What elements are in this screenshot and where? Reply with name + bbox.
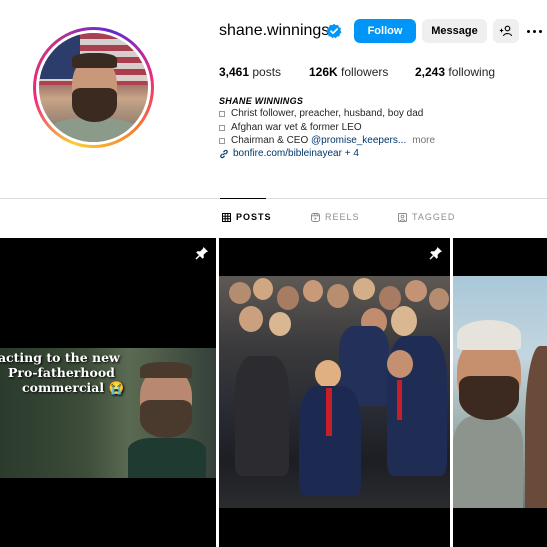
bio-external-link[interactable]: bonfire.com/bibleinayear + 4 xyxy=(219,148,359,159)
caption-line: commercial 😭 xyxy=(22,380,125,395)
bio-line: Afghan war vet & former LEO xyxy=(219,122,362,133)
bio-line: Chairman & CEO @promise_keepers... more xyxy=(219,135,435,146)
tabs-divider xyxy=(0,198,547,199)
tab-label: POSTS xyxy=(236,212,272,222)
bullet-icon xyxy=(219,110,225,117)
mention-link[interactable]: @promise_keepers... xyxy=(311,135,406,146)
post-caption-overlay: eacting to the new Pro-fatherhood commer… xyxy=(0,350,150,425)
add-user-icon xyxy=(499,25,513,37)
profile-avatar[interactable] xyxy=(33,27,154,148)
following-count[interactable]: 2,243 following xyxy=(415,65,495,79)
profile-full-name: SHANE WINNINGS xyxy=(219,96,304,106)
followers-count-label: followers xyxy=(341,65,389,79)
post-tile[interactable] xyxy=(453,238,547,547)
tab-label: TAGGED xyxy=(412,212,456,222)
tab-label: REELS xyxy=(325,212,360,222)
pinned-icon xyxy=(195,247,208,260)
avatar-frame xyxy=(36,30,151,145)
more-options-icon[interactable] xyxy=(527,24,545,38)
add-user-button[interactable] xyxy=(493,19,519,43)
avatar-hair xyxy=(71,52,118,68)
tab-posts[interactable]: POSTS xyxy=(222,212,272,222)
reels-icon xyxy=(311,212,320,222)
post-tile[interactable] xyxy=(219,238,450,547)
bullet-icon xyxy=(219,124,225,131)
followers-count[interactable]: 126K followers xyxy=(309,65,388,79)
link-icon xyxy=(220,149,228,158)
follow-button[interactable]: Follow xyxy=(354,19,416,43)
posts-count-label: posts xyxy=(252,65,282,79)
post-image xyxy=(219,276,450,508)
bio-link-text: bonfire.com/bibleinayear + 4 xyxy=(233,148,359,159)
tab-tagged[interactable]: TAGGED xyxy=(398,212,455,222)
caption-line: eacting to the new xyxy=(0,350,120,365)
bio-text: Afghan war vet & former LEO xyxy=(231,122,362,133)
grid-icon xyxy=(222,212,231,222)
posts-count: 3,461 posts xyxy=(219,65,281,79)
bio-text: Christ follower, preacher, husband, boy … xyxy=(231,108,424,119)
bio-line: Christ follower, preacher, husband, boy … xyxy=(219,108,423,119)
following-count-value: 2,243 xyxy=(415,65,446,79)
post-tile[interactable]: eacting to the new Pro-fatherhood commer… xyxy=(0,238,216,547)
bullet-icon xyxy=(219,137,225,144)
tagged-icon xyxy=(398,212,407,222)
avatar-beard xyxy=(71,87,118,123)
following-count-label: following xyxy=(448,65,496,79)
message-button[interactable]: Message xyxy=(422,19,487,43)
verified-badge-icon xyxy=(326,23,342,39)
tab-reels[interactable]: REELS xyxy=(311,212,360,222)
pinned-icon xyxy=(429,247,442,260)
caption-line: Pro-fatherhood xyxy=(8,365,115,380)
post-image xyxy=(453,276,547,508)
profile-username: shane.winnings xyxy=(219,22,330,39)
followers-count-value: 126K xyxy=(309,65,338,79)
bio-more-link[interactable]: more xyxy=(412,135,435,146)
bio-text: Chairman & CEO xyxy=(231,135,312,146)
avatar-image xyxy=(39,33,148,142)
active-tab-indicator xyxy=(220,198,266,199)
posts-count-value: 3,461 xyxy=(219,65,250,79)
